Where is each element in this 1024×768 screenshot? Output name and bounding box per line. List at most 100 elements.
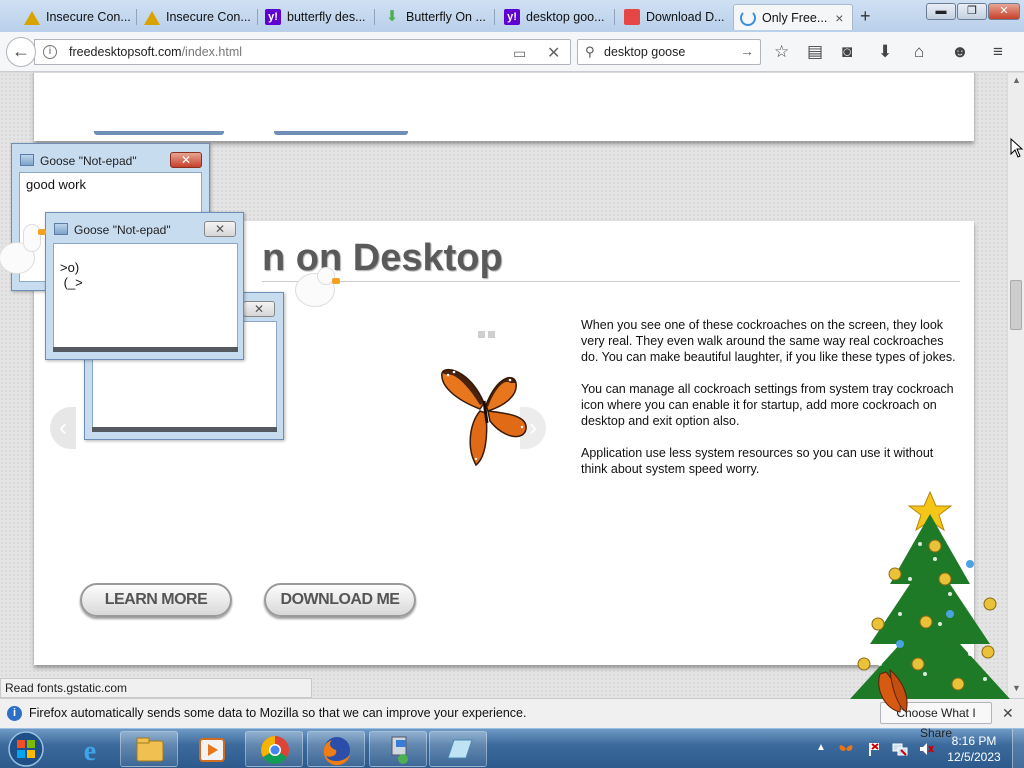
scrollbar-thumb[interactable] bbox=[1010, 280, 1022, 330]
star-icon[interactable]: ☆ bbox=[774, 42, 789, 62]
tab-butterfly-on[interactable]: ⬇ Butterfly On ... bbox=[378, 4, 494, 30]
goose-notepad-window-2[interactable]: Goose "Not-epad" ✕ >o) (_> bbox=[45, 212, 244, 360]
chrome-icon bbox=[261, 736, 289, 764]
button-edge bbox=[94, 131, 224, 135]
taskbar-media-player[interactable] bbox=[182, 731, 240, 767]
internet-explorer-icon: e bbox=[84, 736, 96, 767]
description-paragraph: You can manage all cockroach settings fr… bbox=[581, 382, 954, 428]
home-icon[interactable]: ⌂ bbox=[914, 42, 924, 62]
butterfly-tray-icon[interactable] bbox=[838, 741, 854, 757]
window-title: Goose "Not-epad" bbox=[40, 154, 137, 168]
taskbar-chrome[interactable] bbox=[245, 731, 303, 767]
close-button[interactable]: ✕ bbox=[170, 152, 202, 168]
pocket-icon[interactable]: ◙ bbox=[842, 42, 852, 62]
volume-icon[interactable] bbox=[918, 741, 934, 757]
tab-separator bbox=[374, 9, 375, 25]
download-icon: ⬇ bbox=[385, 8, 399, 25]
close-window-button[interactable]: ✕ bbox=[988, 3, 1020, 20]
search-bar[interactable]: ⚲ desktop goose → bbox=[577, 39, 761, 65]
url-text[interactable]: freedesktopsoft.com/index.html bbox=[69, 45, 242, 59]
show-hidden-icons[interactable]: ▲ bbox=[816, 742, 826, 753]
tab-title: butterfly des... bbox=[287, 10, 366, 24]
url-path: /index.html bbox=[181, 45, 243, 59]
tab-separator bbox=[614, 9, 615, 25]
description-paragraph: When you see one of these cockroaches on… bbox=[581, 318, 956, 364]
clock-time[interactable]: 8:16 PM bbox=[946, 734, 1002, 748]
butterfly-image bbox=[441, 369, 527, 467]
tab-insecure-connection-2[interactable]: Insecure Con... bbox=[138, 4, 256, 30]
content-panel-top bbox=[34, 73, 974, 141]
tab-title: Download D... bbox=[646, 10, 725, 24]
navigation-bar: i freedesktopsoft.com/index.html ▭ ✕ ← ⚲… bbox=[0, 32, 1024, 72]
goose-sprite[interactable] bbox=[296, 268, 346, 310]
title-divider bbox=[262, 281, 960, 282]
notepad-icon bbox=[54, 223, 68, 235]
tab-title: desktop goo... bbox=[526, 10, 605, 24]
taskbar-file-explorer[interactable] bbox=[120, 731, 178, 767]
tab-separator bbox=[494, 9, 495, 25]
slider-prev-button[interactable]: ‹ bbox=[50, 407, 76, 449]
smiley-icon[interactable]: ☻ bbox=[951, 42, 969, 62]
search-input[interactable]: desktop goose bbox=[604, 45, 685, 59]
button-edge bbox=[274, 131, 408, 135]
close-button[interactable]: ✕ bbox=[243, 301, 275, 317]
scroll-down-icon[interactable]: ▼ bbox=[1012, 683, 1021, 693]
tab-insecure-connection-1[interactable]: Insecure Con... bbox=[18, 4, 136, 30]
url-bar[interactable]: i freedesktopsoft.com/index.html ▭ ✕ bbox=[34, 39, 571, 65]
maximize-button[interactable]: ❐ bbox=[957, 3, 987, 20]
new-tab-button[interactable]: + bbox=[860, 6, 871, 27]
svg-text:e: e bbox=[84, 736, 96, 767]
taskbar-network-app[interactable] bbox=[369, 731, 427, 767]
yahoo-icon: y! bbox=[504, 9, 520, 25]
yahoo-icon: y! bbox=[265, 9, 281, 25]
clock-date[interactable]: 12/5/2023 bbox=[946, 750, 1002, 764]
slider-dot[interactable] bbox=[478, 331, 485, 338]
warning-icon bbox=[144, 9, 160, 25]
reading-list-icon[interactable]: ▤ bbox=[807, 42, 823, 62]
warning-icon bbox=[24, 9, 40, 25]
scroll-up-icon[interactable]: ▲ bbox=[1012, 75, 1021, 85]
learn-more-button[interactable]: LEARN MORE bbox=[80, 583, 232, 617]
network-icon[interactable] bbox=[892, 741, 908, 757]
firefox-icon bbox=[323, 737, 350, 766]
menu-icon[interactable]: ≡ bbox=[993, 42, 1003, 62]
taskbar-notepad[interactable] bbox=[429, 731, 487, 767]
mouse-cursor-icon bbox=[1010, 138, 1024, 158]
media-player-icon bbox=[199, 738, 225, 762]
tab-download[interactable]: Download D... bbox=[618, 4, 732, 30]
notepad-text-area[interactable]: >o) (_> bbox=[53, 243, 238, 349]
search-icon: ⚲ bbox=[585, 44, 595, 59]
reader-view-icon[interactable]: ▭ bbox=[513, 45, 526, 62]
back-arrow-icon: ← bbox=[12, 41, 30, 61]
start-orb-icon[interactable] bbox=[4, 730, 48, 768]
show-desktop-button[interactable] bbox=[1012, 729, 1024, 768]
tab-only-free[interactable]: Only Free... × bbox=[733, 4, 853, 30]
network-app-icon bbox=[391, 736, 408, 764]
file-explorer-icon bbox=[136, 737, 164, 762]
slider-dots[interactable] bbox=[478, 327, 498, 341]
slider-dot[interactable] bbox=[488, 331, 495, 338]
tab-strip: Insecure Con... Insecure Con... y! butte… bbox=[0, 0, 1024, 32]
download-me-button[interactable]: DOWNLOAD ME bbox=[264, 583, 416, 617]
site-info-icon[interactable]: i bbox=[43, 45, 57, 59]
goose-sprite[interactable] bbox=[0, 225, 48, 285]
download-icon[interactable]: ⬇ bbox=[878, 42, 892, 62]
tab-desktop-goose[interactable]: y! desktop goo... bbox=[498, 4, 614, 30]
tab-title: Insecure Con... bbox=[166, 10, 251, 24]
goose-beak bbox=[38, 229, 46, 235]
flag-icon[interactable] bbox=[866, 741, 882, 757]
notepad-icon bbox=[447, 739, 473, 759]
minimize-button[interactable]: ▬ bbox=[926, 3, 956, 20]
tab-butterfly-desktop[interactable]: y! butterfly des... bbox=[259, 4, 373, 30]
tab-close-icon[interactable]: × bbox=[835, 10, 843, 26]
christmas-tree-image bbox=[850, 490, 1010, 713]
taskbar-firefox[interactable] bbox=[307, 731, 365, 767]
back-button[interactable]: ← bbox=[6, 37, 36, 67]
stop-icon[interactable]: ✕ bbox=[547, 43, 560, 63]
close-button[interactable]: ✕ bbox=[204, 221, 236, 237]
taskbar-internet-explorer[interactable]: e bbox=[60, 731, 118, 767]
taskbar: e ▲ 8:16 PM 12/5/2023 bbox=[0, 728, 1024, 768]
description-paragraph: Application use less system resources so… bbox=[581, 446, 934, 476]
search-go-icon[interactable]: → bbox=[740, 43, 754, 59]
window-footer bbox=[53, 347, 238, 352]
